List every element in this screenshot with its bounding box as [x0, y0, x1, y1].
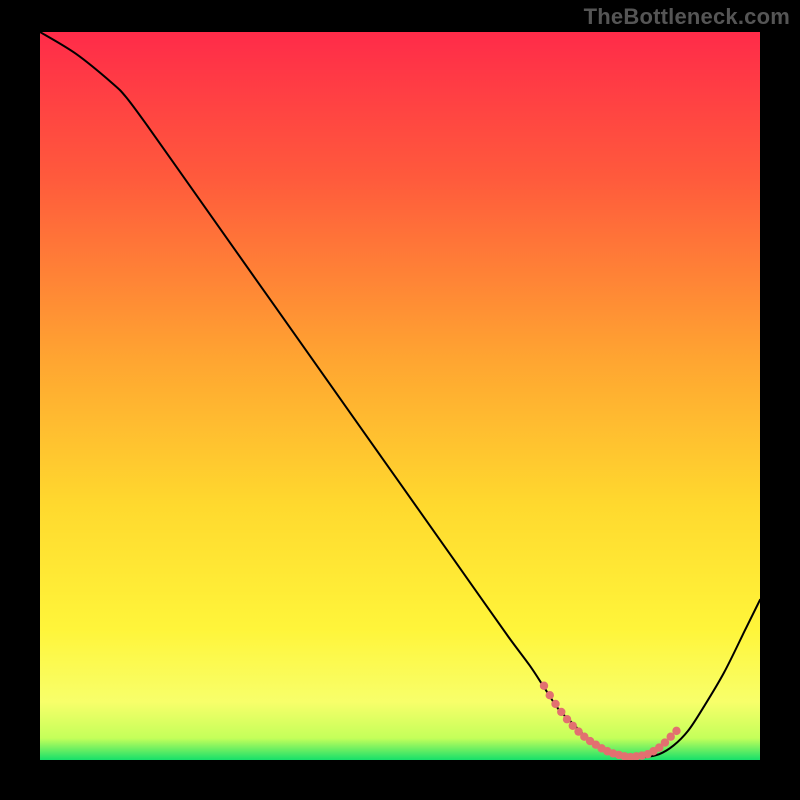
- plot-area: [40, 32, 760, 760]
- chart-frame: TheBottleneck.com: [0, 0, 800, 800]
- watermark-text: TheBottleneck.com: [584, 4, 790, 30]
- bottleneck-chart: [40, 32, 760, 760]
- gradient-background: [40, 32, 760, 760]
